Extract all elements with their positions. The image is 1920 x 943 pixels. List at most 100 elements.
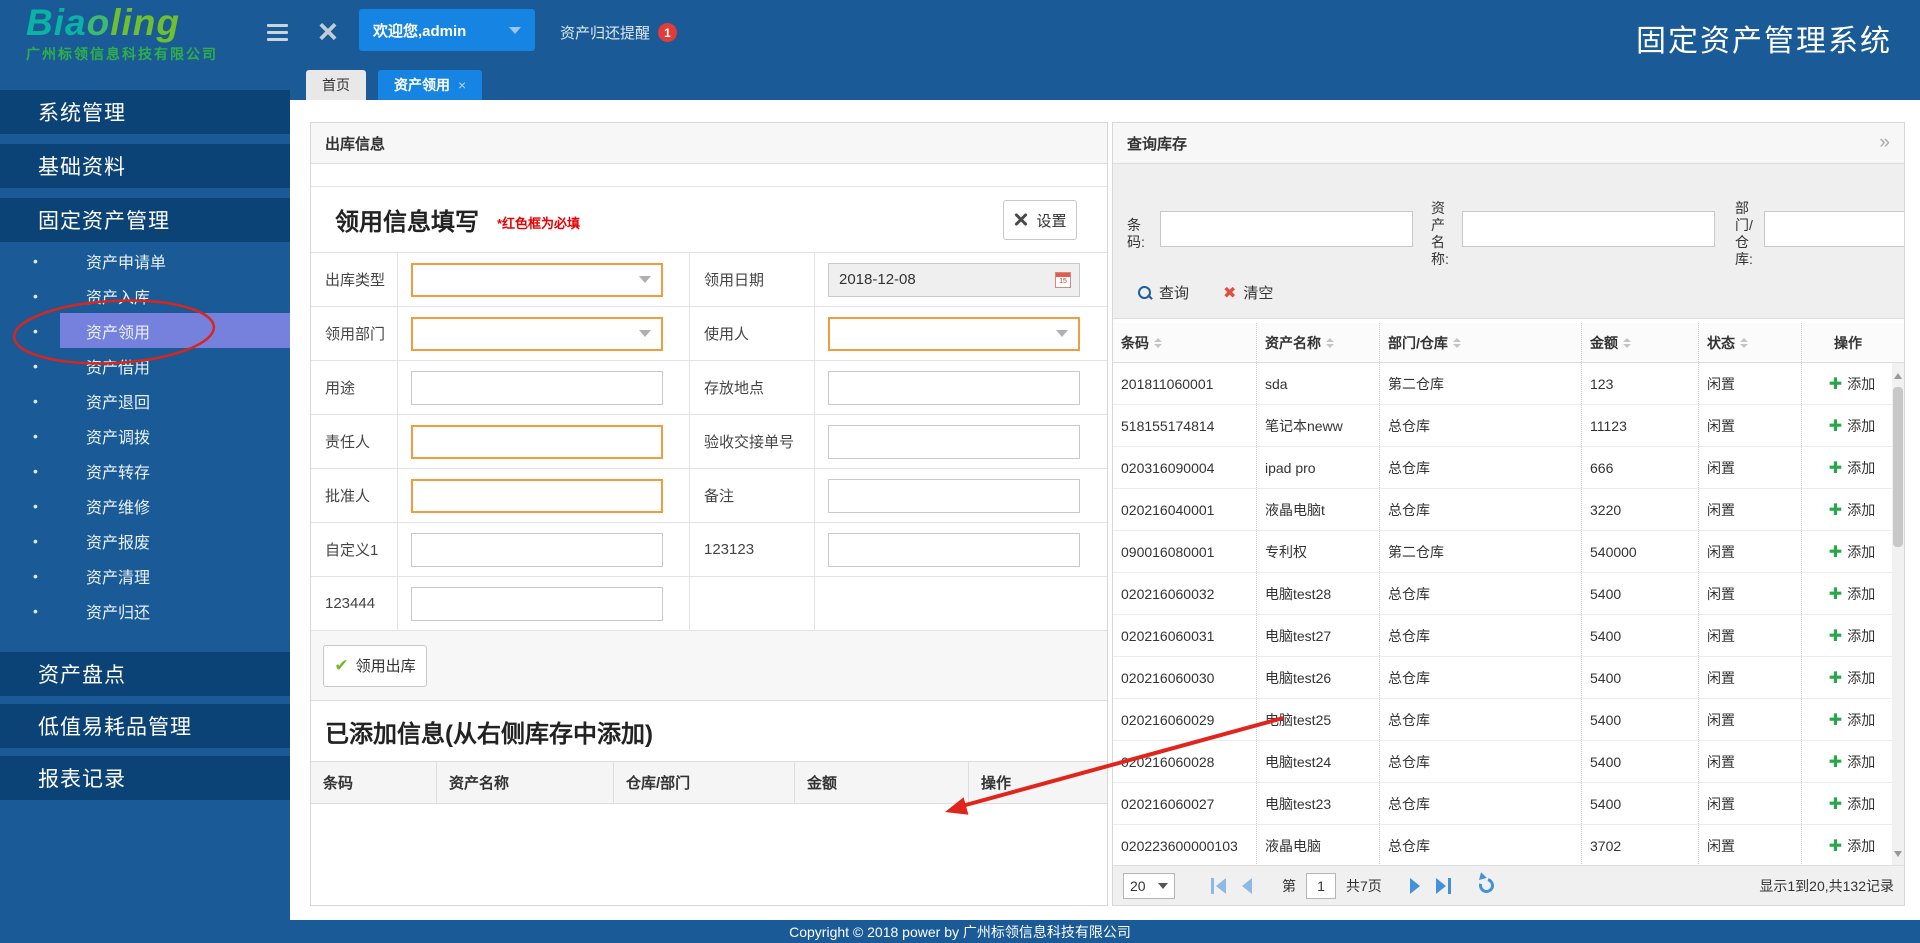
column-header-sortable[interactable]: 部门/仓库 [1379,323,1581,362]
plus-icon [1829,416,1842,436]
menu-toggle-icon[interactable] [267,24,288,41]
add-button[interactable]: 添加 [1829,710,1875,730]
last-page-button[interactable] [1435,877,1451,894]
scrollbar-thumb[interactable] [1893,387,1903,547]
column-header-sortable[interactable]: 状态 [1698,323,1801,362]
column-header-sortable[interactable]: 条码 [1113,323,1256,362]
add-label: 添加 [1847,837,1876,854]
sidebar-section-reports[interactable]: 报表记录 [0,756,290,800]
approver-input[interactable] [411,478,663,513]
cell-amount: 5400 [1581,657,1698,698]
custom2-input[interactable] [828,532,1080,567]
section-label: 固定资产管理 [38,210,170,233]
pickup-dept-select[interactable] [411,316,663,351]
add-button[interactable]: 添加 [1829,374,1875,394]
sidebar-item[interactable]: 资产入库 [0,278,290,313]
close-icon[interactable]: × [318,10,338,54]
return-reminder-link[interactable]: 资产归还提醒 1 [560,22,678,43]
purpose-input[interactable] [411,370,663,405]
sidebar-item[interactable]: 资产申请单 [0,243,290,278]
add-button[interactable]: 添加 [1829,794,1875,814]
add-button[interactable]: 添加 [1829,416,1875,436]
sidebar-item[interactable]: 资产报废 [0,523,290,558]
tab-home[interactable]: 首页 [306,70,366,100]
next-page-button[interactable] [1409,877,1420,894]
column-header-sortable[interactable]: 金额 [1581,323,1698,362]
cell-dept-warehouse: 总仓库 [1379,699,1581,740]
user-select[interactable] [828,316,1080,351]
barcode-input[interactable] [1160,211,1413,247]
field-label: 存放地点 [689,361,814,414]
table-scrollbar[interactable] [1892,363,1904,867]
sidebar-item[interactable]: 资产借用 [0,348,290,383]
add-button[interactable]: 添加 [1829,542,1875,562]
cell-asset-name: 笔记本neww [1256,405,1379,446]
cell-barcode: 518155174814 [1121,417,1215,434]
custom3-input[interactable] [411,586,663,621]
sidebar-section-inventory-check[interactable]: 资产盘点 [0,652,290,696]
asset-name-input[interactable] [1462,211,1715,247]
search-button[interactable]: 查询 [1138,282,1189,303]
user-menu-button[interactable]: 欢迎您,admin [359,9,535,51]
sidebar-section-fixed-assets[interactable]: 固定资产管理 [0,198,290,242]
cell-status: 闲置 [1698,447,1801,488]
add-button[interactable]: 添加 [1829,836,1875,856]
remark-input[interactable] [828,478,1080,513]
stock-rows: 201811060001 sda 第二仓库 123 闲置 添加 51815517… [1113,363,1904,867]
sidebar-item[interactable]: 资产归还 [0,593,290,628]
sidebar-item[interactable]: 资产维修 [0,488,290,523]
page-size-select[interactable]: 20 [1123,872,1175,899]
custom1-input[interactable] [411,532,663,567]
add-button[interactable]: 添加 [1829,626,1875,646]
acceptance-number-input[interactable] [828,424,1080,459]
sidebar-item[interactable]: 资产转存 [0,453,290,488]
column-header-sortable[interactable]: 资产名称 [1256,323,1379,362]
table-row: 020216060032 电脑test28 总仓库 5400 闲置 添加 [1113,573,1904,615]
table-row: 020216060027 电脑test23 总仓库 5400 闲置 添加 [1113,783,1904,825]
calendar-icon[interactable] [1055,271,1071,288]
add-button[interactable]: 添加 [1829,668,1875,688]
cell-barcode: 020216060032 [1121,585,1215,602]
add-button[interactable]: 添加 [1829,500,1875,520]
field-label: 验收交接单号 [689,415,814,468]
search-label: 查询 [1159,285,1190,302]
scroll-up-icon[interactable] [1894,373,1902,379]
storage-location-input[interactable] [828,370,1080,405]
first-page-button[interactable] [1211,877,1226,894]
plus-icon [1829,542,1842,562]
cell-dept-warehouse: 总仓库 [1379,447,1581,488]
sidebar-item[interactable]: 资产退回 [0,383,290,418]
sidebar-section-system[interactable]: 系统管理 [0,90,290,134]
tab-asset-pickup[interactable]: 资产领用 × [378,70,483,100]
dept-warehouse-label: 部门/仓库: [1735,200,1753,267]
field-label-empty [689,577,814,630]
responsible-person-input[interactable] [411,424,663,459]
submit-strip: ✔ 领用出库 [311,631,1107,701]
prev-page-button[interactable] [1242,877,1252,894]
sidebar-item[interactable]: 资产清理 [0,558,290,593]
cell-amount: 3702 [1581,825,1698,866]
dept-warehouse-input[interactable] [1764,211,1904,247]
add-button[interactable]: 添加 [1829,458,1875,478]
cell-action: 添加 [1801,573,1894,614]
collapse-panel-icon[interactable]: » [1879,132,1890,154]
table-row: 020216060031 电脑test27 总仓库 5400 闲置 添加 [1113,615,1904,657]
pickup-date-field[interactable]: 2018-12-08 [828,262,1080,297]
sidebar-item[interactable]: 资产调拨 [0,418,290,453]
page-number-input[interactable]: 1 [1306,872,1336,899]
outbound-type-select[interactable] [411,262,663,297]
settings-button[interactable]: 设置 [1003,200,1077,240]
cell-amount: 5400 [1581,741,1698,782]
sidebar-section-consumables[interactable]: 低值易耗品管理 [0,704,290,748]
tab-close-icon[interactable]: × [458,77,466,93]
refresh-icon[interactable] [1476,875,1497,896]
scroll-down-icon[interactable] [1894,851,1902,857]
sidebar-section-basics[interactable]: 基础资料 [0,144,290,188]
pickup-outbound-button[interactable]: ✔ 领用出库 [323,644,427,687]
add-button[interactable]: 添加 [1829,752,1875,772]
cell-asset-name: 专利权 [1256,531,1379,572]
cell-asset-name: 液晶电脑 [1256,825,1379,866]
add-button[interactable]: 添加 [1829,584,1875,604]
sidebar-item[interactable]: 资产领用 [0,313,290,348]
clear-button[interactable]: ✖ 清空 [1223,282,1273,303]
